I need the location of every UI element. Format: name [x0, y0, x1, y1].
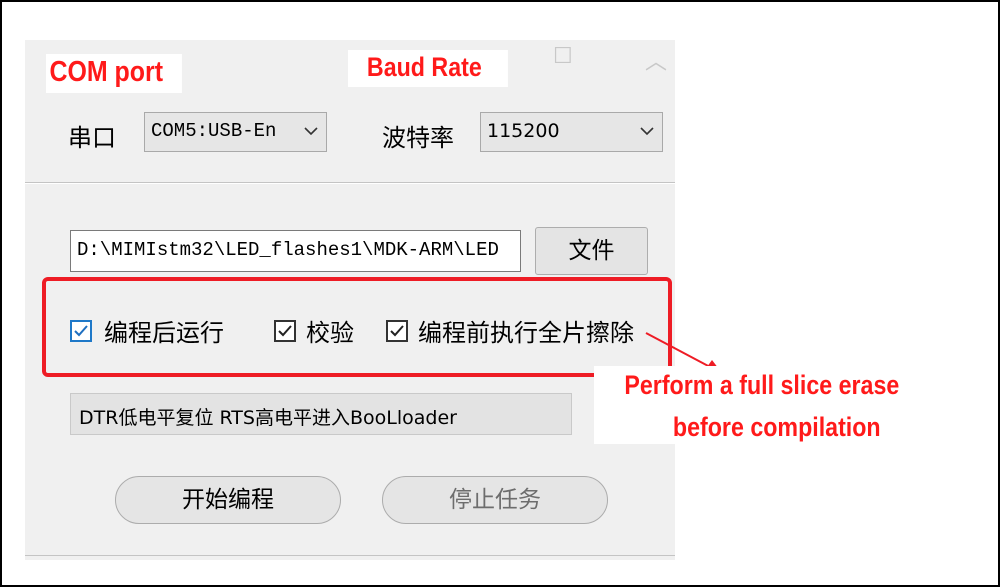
firmware-path-value: D:\MIMIstm32\LED_flashes1\MDK-ARM\LED — [77, 239, 499, 261]
collapse-chevron-icon[interactable]: ︿ — [645, 44, 667, 76]
stop-task-button[interactable]: 停止任务 — [382, 476, 608, 524]
firmware-path-input[interactable]: D:\MIMIstm32\LED_flashes1\MDK-ARM\LED — [70, 230, 521, 272]
bottom-divider — [25, 555, 675, 556]
section-divider-highlight — [25, 183, 675, 184]
erase-note-line1: Perform a full slice erase — [624, 370, 900, 400]
baud-rate-label: 波特率 — [382, 124, 454, 152]
serial-port-label: 串口 — [68, 124, 116, 152]
verify-label: 校验 — [306, 319, 354, 347]
browse-file-button[interactable]: 文件 — [535, 227, 648, 275]
run-after-program-label: 编程后运行 — [104, 319, 224, 347]
full-erase-checkbox[interactable] — [386, 320, 408, 342]
chevron-down-icon — [638, 122, 656, 144]
full-erase-label: 编程前执行全片擦除 — [418, 319, 634, 347]
start-programming-button[interactable]: 开始编程 — [115, 476, 341, 524]
erase-note-line2: before compilation — [672, 412, 881, 442]
run-after-program-checkbox[interactable] — [70, 320, 92, 342]
verify-checkbox[interactable] — [274, 320, 296, 342]
baud-rate-value: 115200 — [487, 120, 560, 142]
com-port-select[interactable]: COM5:USB-En — [144, 112, 327, 152]
com-port-annotation: COM port — [46, 54, 182, 93]
screenshot-frame: ☐ ︿ COM port Baud Rate 串口 COM5:USB-En 波特… — [0, 0, 1000, 587]
window-control-square[interactable]: ☐ — [553, 44, 573, 69]
chevron-down-icon — [302, 122, 320, 144]
boot-mode-field[interactable]: DTR低电平复位 RTS高电平进入BooLloader — [70, 393, 572, 435]
boot-mode-value: DTR低电平复位 RTS高电平进入BooLloader — [79, 407, 457, 429]
com-port-value: COM5:USB-En — [151, 120, 277, 142]
baud-rate-annotation: Baud Rate — [348, 50, 508, 87]
baud-rate-select[interactable]: 115200 — [480, 112, 663, 152]
